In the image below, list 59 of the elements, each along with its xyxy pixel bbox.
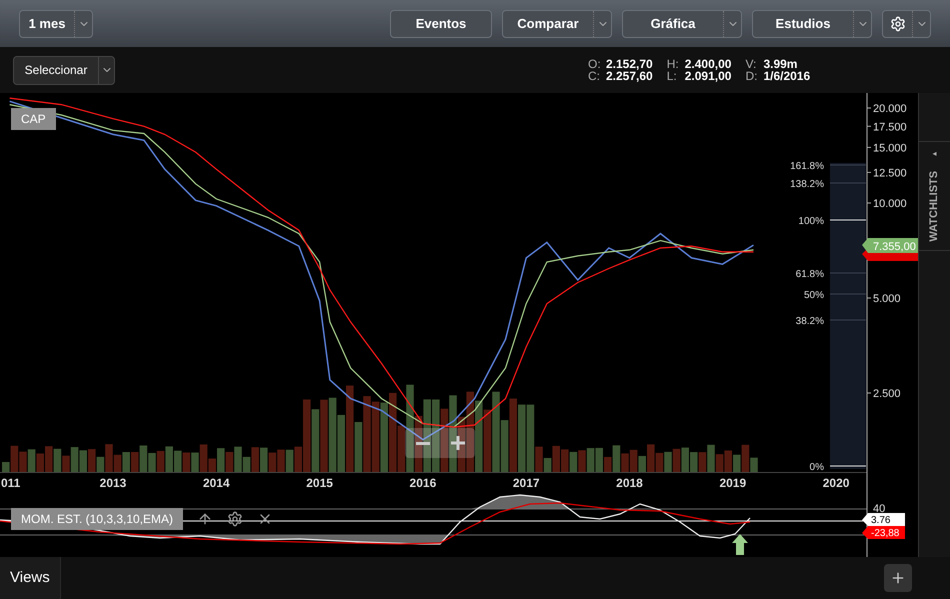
ohlc-value: 1/6/2016 (763, 70, 810, 82)
settings-icon (890, 16, 906, 32)
ohlc-value: 3.99m (763, 58, 798, 70)
arrow-up-icon (732, 534, 748, 555)
x-axis-label: 2014 (202, 476, 230, 490)
fibonacci-label: 138.2% (790, 179, 824, 190)
settings-button[interactable] (882, 10, 931, 38)
select-dropdown[interactable]: Seleccionar (13, 56, 115, 84)
toolbar-button[interactable]: Eventos (390, 10, 492, 38)
settings-icon[interactable] (227, 511, 244, 527)
zoom-out-button[interactable] (416, 442, 430, 444)
last-price-tag: 7.355,00 (862, 238, 918, 253)
x-axis-label: 2018 (616, 476, 643, 490)
fibonacci-label: 61.8% (796, 269, 824, 280)
ohlc-value: 2.257,60 (606, 70, 653, 82)
x-axis-label: 2020 (822, 476, 850, 490)
period-dropdown[interactable]: 1 mes (19, 10, 93, 38)
toolbar-button[interactable]: Gráfica (622, 10, 742, 38)
add-button[interactable] (884, 564, 912, 592)
x-axis-label: 2017 (512, 476, 540, 490)
y-axis-label: 2.500 (873, 388, 901, 400)
y-axis-label: 15.000 (873, 142, 907, 154)
value-tag: -23,88 (862, 526, 905, 539)
toolbar-button[interactable]: Estudios (752, 10, 872, 38)
ohlc-key: D: (745, 70, 758, 82)
ohlc-value: 2.091,00 (684, 70, 732, 82)
indicator-label: MOM. EST. (10,3,3,10,EMA) (11, 508, 184, 530)
value-tag: 3.76 (862, 513, 905, 526)
x-axis-label: 2013 (100, 476, 126, 490)
toolbar-button[interactable]: Comparar (502, 10, 612, 38)
fibonacci-label: 0% (810, 462, 824, 473)
y-axis-label: 10.000 (873, 198, 907, 210)
ohlc-key: C: (588, 70, 600, 82)
symbol-label: CAP (11, 108, 56, 130)
x-axis-label: 2019 (719, 476, 746, 490)
y-axis-label: 40 (873, 503, 886, 515)
ohlc-key: V: (745, 58, 758, 70)
x-axis-label: 011 (1, 476, 20, 490)
ohlc-key: L: (666, 70, 679, 82)
ohlc-key: O: (588, 58, 600, 70)
zoom-in-icon (450, 436, 464, 450)
x-axis-label: 2016 (410, 476, 436, 490)
views-tab[interactable]: Views (0, 557, 61, 599)
x-axis-label: 2015 (306, 476, 333, 490)
tab-arrow: ◂ (932, 148, 936, 160)
fibonacci-label: 161.8% (790, 161, 824, 172)
fibonacci-label: 38.2% (796, 316, 824, 327)
ohlc-key: H: (666, 58, 679, 70)
fibonacci-label: 100% (798, 216, 824, 227)
y-axis-label: 5.000 (873, 293, 901, 305)
ohlc-value: 2.152,70 (606, 58, 653, 70)
add-icon (890, 570, 906, 586)
y-axis-label: 17.500 (873, 121, 907, 134)
y-axis-label: 20.000 (873, 103, 907, 115)
zoom-in-button[interactable] (450, 436, 464, 450)
zoom-out-icon (416, 442, 430, 444)
ohlc-value: 2.400,00 (684, 58, 732, 70)
fibonacci-label: 50% (804, 290, 824, 301)
y-axis-label: 12.500 (873, 167, 907, 180)
